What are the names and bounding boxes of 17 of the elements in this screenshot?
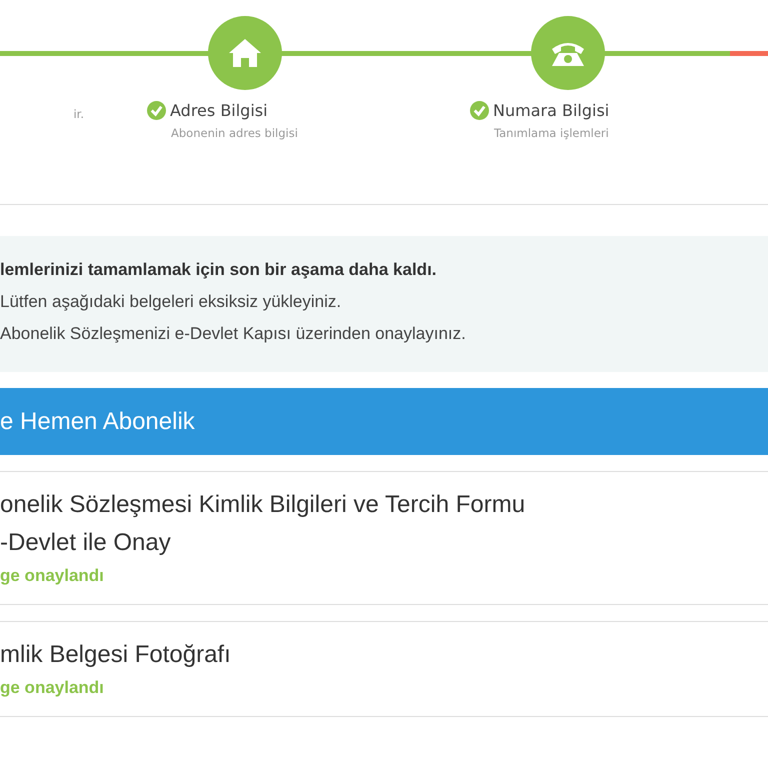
document-title: onelik Sözleşmesi Kimlik Bilgileri ve Tercih Formu [0, 490, 526, 520]
check-icon [147, 101, 166, 120]
document-title: mlik Belgesi Fotoğrafı [0, 640, 232, 670]
step-subtitle: Abonenin adres bilgisi [171, 126, 298, 140]
check-icon [470, 101, 489, 120]
house-icon [228, 38, 262, 68]
section-title: e Hemen Abonelik [0, 408, 195, 436]
document-title: -Devlet ile Onay [0, 528, 172, 558]
notice-heading: lemlerinizi tamamlamak için son bir aşama daha kaldı. [0, 260, 438, 280]
step-title: Adres Bilgisi [170, 101, 268, 120]
notice-text: Abonelik Sözleşmenizi e-Devlet Kapısı üzerinden onaylayınız. [0, 324, 467, 344]
step-title: Numara Bilgisi [493, 101, 610, 120]
step-subtitle: ir. [73, 107, 84, 121]
notice-text: Lütfen aşağıdaki belgeleri eksiksiz yükleyiniz. [0, 292, 342, 312]
document-status: ge onaylandı [0, 678, 105, 698]
document-status: ge onaylandı [0, 566, 105, 586]
step-subtitle: Tanımlama işlemleri [494, 126, 610, 140]
